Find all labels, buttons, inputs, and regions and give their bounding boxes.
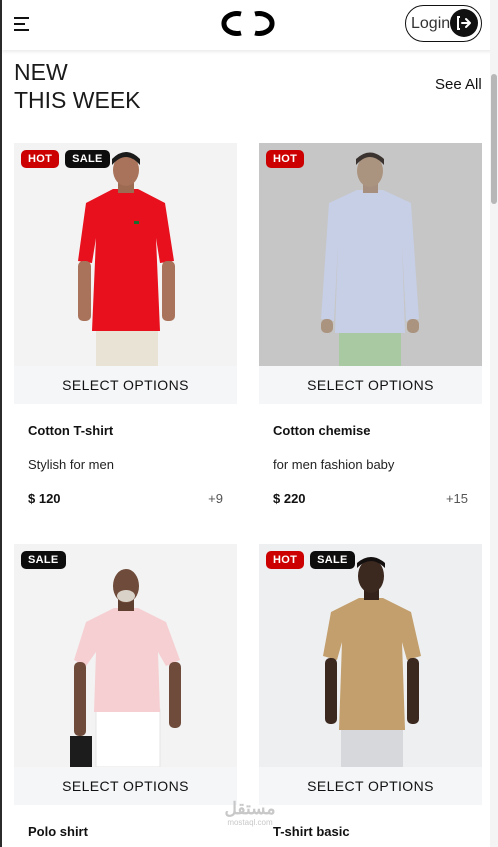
- badge-group: HOT SALE: [21, 150, 110, 168]
- login-arrow-icon: [450, 9, 478, 37]
- select-options-button[interactable]: SELECT OPTIONS: [259, 366, 482, 404]
- select-options-button[interactable]: SELECT OPTIONS: [259, 767, 482, 805]
- watermark: مستقل mostaql.com: [218, 800, 282, 828]
- hot-badge: HOT: [21, 150, 60, 168]
- sale-badge: SALE: [310, 551, 355, 569]
- product-image[interactable]: HOT SALE: [14, 143, 237, 366]
- brand-logo[interactable]: [208, 0, 288, 47]
- product-name[interactable]: Polo shirt: [28, 824, 88, 839]
- product-variant-count: +9: [208, 491, 223, 506]
- product-photo: [14, 544, 237, 767]
- chanel-logo-icon: [221, 11, 275, 36]
- badge-group: HOT: [266, 150, 305, 168]
- product-image[interactable]: SALE: [14, 544, 237, 767]
- product-price: $ 220: [273, 491, 306, 506]
- badge-group: SALE: [21, 551, 66, 569]
- product-price: $ 120: [28, 491, 61, 506]
- top-header: Login: [2, 0, 492, 50]
- section-title-line1: NEW: [14, 59, 68, 85]
- product-photo: [259, 544, 482, 767]
- select-options-button[interactable]: SELECT OPTIONS: [14, 767, 237, 805]
- watermark-arabic: مستقل: [224, 799, 276, 818]
- product-image[interactable]: HOT: [259, 143, 482, 366]
- sale-badge: SALE: [21, 551, 66, 569]
- watermark-url: mostaql.com: [227, 818, 273, 827]
- product-name[interactable]: Cotton T-shirt: [28, 423, 113, 438]
- scrollbar[interactable]: [490, 0, 498, 847]
- product-description: Stylish for men: [28, 457, 114, 472]
- scrollbar-thumb[interactable]: [491, 74, 497, 204]
- product-name[interactable]: Cotton chemise: [273, 423, 371, 438]
- login-button[interactable]: Login: [405, 5, 482, 42]
- login-label: Login: [411, 15, 451, 32]
- product-variant-count: +15: [445, 491, 468, 506]
- sale-badge: SALE: [65, 150, 110, 168]
- see-all-link[interactable]: See All: [435, 76, 482, 93]
- product-image[interactable]: HOT SALE: [259, 544, 482, 767]
- select-options-button[interactable]: SELECT OPTIONS: [14, 366, 237, 404]
- section-title-line2: THIS WEEK: [14, 87, 141, 113]
- hot-badge: HOT: [266, 551, 305, 569]
- product-description: for men fashion baby: [273, 457, 395, 472]
- section-title: NEW THIS WEEK: [14, 58, 141, 114]
- hamburger-menu-icon[interactable]: [14, 17, 30, 31]
- product-name[interactable]: T-shirt basic: [273, 824, 350, 839]
- hot-badge: HOT: [266, 150, 305, 168]
- product-photo: [259, 143, 482, 366]
- app-frame: Login NEW THIS WEEK See All HOT SALE SEL…: [0, 0, 492, 847]
- product-photo: [14, 143, 237, 366]
- badge-group: HOT SALE: [266, 551, 355, 569]
